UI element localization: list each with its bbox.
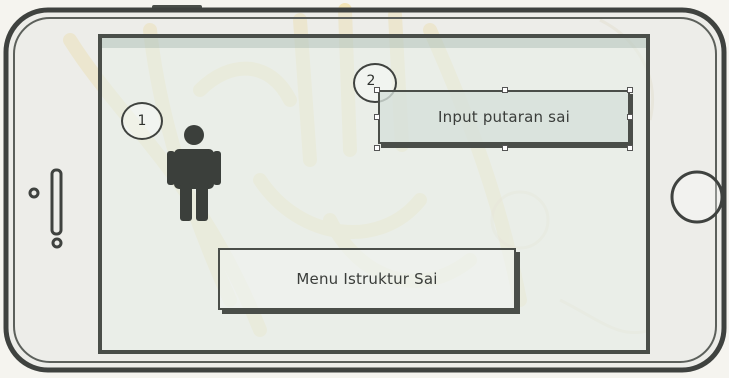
selection-handle[interactable]	[627, 145, 633, 151]
person-icon	[167, 125, 221, 221]
annotation-callout-1: 1	[121, 102, 163, 140]
callout-1-label: 1	[137, 113, 147, 129]
menu-istruktur-sai-label: Menu Istruktur Sai	[296, 270, 438, 288]
input-putaran-sai-button[interactable]: Input putaran sai	[378, 90, 630, 144]
selection-handle[interactable]	[627, 114, 633, 120]
menu-istruktur-sai-button[interactable]: Menu Istruktur Sai	[218, 248, 516, 310]
home-button-icon[interactable]	[668, 168, 726, 226]
mockup-canvas: 1 2 Input putaran sai Menu Istruktur Sai	[0, 0, 729, 378]
selection-handle[interactable]	[374, 145, 380, 151]
selection-handle[interactable]	[502, 145, 508, 151]
input-putaran-sai-label: Input putaran sai	[438, 108, 570, 126]
selection-handle[interactable]	[374, 87, 380, 93]
screen-status-bar	[102, 38, 646, 48]
selection-handle[interactable]	[374, 114, 380, 120]
selection-handle[interactable]	[502, 87, 508, 93]
selection-handle[interactable]	[627, 87, 633, 93]
